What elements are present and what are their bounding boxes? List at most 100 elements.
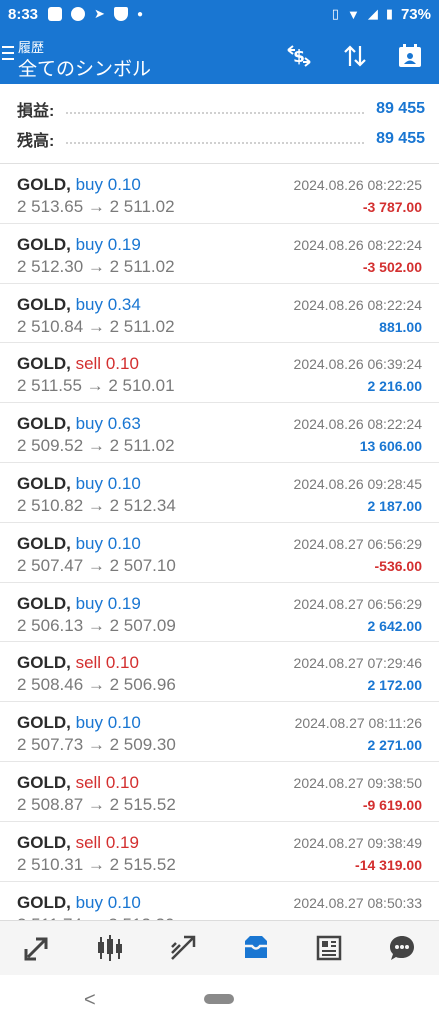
trade-side: sell [75,832,102,852]
balance-value: 89 455 [376,130,425,147]
trade-prices: 2 509.52 → 2 511.02 [17,436,175,456]
trade-profit: 2 271.00 [367,737,423,754]
news-icon[interactable] [309,928,349,968]
trade-side: buy [75,892,103,912]
home-pill-icon[interactable] [204,994,234,1004]
calendar-icon[interactable] [394,40,426,72]
bottom-navigation [0,920,439,975]
trade-symbol: GOLD, buy 0.10 [17,534,141,554]
trade-symbol: GOLD, sell 0.19 [17,833,139,853]
trade-prices: 2 512.30 → 2 511.02 [17,256,175,276]
trade-symbol: GOLD, buy 0.10 [17,713,141,733]
trade-datetime: 2024.08.27 06:56:29 [293,535,422,552]
trade-row[interactable]: GOLD, buy 0.34 2 510.84 → 2 511.02 2024.08… [0,284,439,344]
symbol-name: GOLD, [17,354,71,374]
trade-row[interactable]: GOLD, buy 0.10 2 507.73 → 2 509.30 2024.08… [0,702,439,762]
trade-prices: 2 506.13 → 2 507.09 [17,615,176,635]
symbol-name: GOLD, [17,414,71,434]
dotted-leader [66,134,365,144]
balance-row: 残高: 89 455 [17,126,425,152]
trade-volume: 0.10 [107,473,141,493]
back-icon[interactable]: < [84,989,96,1012]
trade-history-list[interactable]: GOLD, buy 0.10 2 513.65 → 2 511.02 2024.08… [0,164,439,920]
trade-side: buy [75,175,103,194]
trade-row[interactable]: GOLD, buy 0.10 2 513.65 → 2 511.02 2024.08… [0,164,439,224]
trade-symbol: GOLD, buy 0.63 [17,414,141,434]
trade-volume: 0.10 [105,653,139,673]
trade-prices: 2 507.73 → 2 509.30 [17,735,176,755]
trade-profit: -14 319.00 [355,856,422,873]
trade-symbol: GOLD, buy 0.19 [17,235,141,255]
trade-row[interactable]: GOLD, sell 0.19 2 510.31 → 2 515.52 2024.0… [0,822,439,882]
trade-side: buy [75,414,103,434]
trade-volume: 0.10 [107,713,141,733]
symbol-name: GOLD, [17,234,71,254]
trade-profit: -9 619.00 [362,796,422,813]
trade-symbol: GOLD, buy 0.10 [17,474,141,494]
trade-row[interactable]: GOLD, sell 0.10 2 508.46 → 2 506.96 2024.0… [0,642,439,703]
trade-datetime: 2024.08.26 08:22:24 [293,416,422,433]
trade-side: sell [75,653,102,673]
menu-icon[interactable] [2,46,14,60]
trade-symbol: GOLD, buy 0.10 [17,893,141,913]
trade-volume: 0.10 [105,354,139,374]
chat-icon[interactable] [382,928,422,968]
trade-volume: 0.10 [105,772,139,792]
trade-volume: 0.34 [107,294,141,314]
trade-row[interactable]: GOLD, buy 0.102 511.74 → 2 513.302024.08… [0,882,439,920]
dotted-leader [66,104,365,114]
trade-profit: 2 216.00 [367,378,423,395]
profit-value: 89 455 [376,100,425,117]
trade-icon[interactable] [163,928,203,968]
history-icon[interactable] [236,928,276,968]
currency-switch-icon[interactable]: $ [283,40,315,72]
trade-row[interactable]: GOLD, sell 0.10 2 511.55 → 2 510.01 2024.0… [0,343,439,404]
trade-volume: 0.10 [107,892,141,912]
trade-datetime: 2024.08.26 08:22:25 [293,177,422,193]
page-title[interactable]: 全てのシンボル [18,54,151,81]
trade-side: buy [75,473,103,493]
trade-profit: 2 642.00 [367,617,423,634]
trade-datetime: 2024.08.27 06:56:29 [293,595,422,612]
profit-label: 損益: [17,103,55,120]
wifi-icon: ▼ [346,6,360,22]
trade-symbol: GOLD, buy 0.10 [17,175,141,195]
trade-side: buy [75,533,103,553]
trade-profit: 2 187.00 [367,497,423,514]
status-bar: 8:33 ➤ ● ▯ ▼ ◢ ▮ 73% [0,0,439,28]
trade-prices: 2 513.65 → 2 511.02 [17,197,175,216]
vibrate-icon: ▯ [331,6,339,21]
trade-symbol: GOLD, sell 0.10 [17,354,139,374]
symbol-name: GOLD, [17,175,71,194]
symbol-name: GOLD, [17,294,71,314]
signal-icon: ◢ [367,6,378,21]
notification-icons: ➤ ● [48,6,143,22]
trade-side: sell [75,772,102,792]
trade-volume: 0.19 [105,832,139,852]
trade-volume: 0.10 [107,533,141,553]
trade-row[interactable]: GOLD, buy 0.19 2 512.30 → 2 511.02 2024.08… [0,224,439,284]
status-time: 8:33 [8,5,39,23]
trade-symbol: GOLD, sell 0.10 [17,653,139,673]
trade-side: buy [75,234,103,254]
trade-symbol: GOLD, buy 0.34 [17,295,141,315]
trade-row[interactable]: GOLD, buy 0.10 2 507.47 → 2 507.10 2024.08… [0,523,439,583]
trade-profit: 881.00 [379,318,422,335]
quotes-icon[interactable] [17,928,57,968]
trade-datetime: 2024.08.26 06:39:24 [293,356,422,373]
trade-prices: 2 511.55 → 2 510.01 [17,376,175,396]
trade-row[interactable]: GOLD, buy 0.19 2 506.13 → 2 507.09 2024.08… [0,583,439,643]
trade-row[interactable]: GOLD, buy 0.10 2 510.82 → 2 512.34 2024.08… [0,463,439,523]
chart-icon[interactable] [90,928,130,968]
message-icon [71,7,86,21]
profit-row: 損益: 89 455 [17,96,425,122]
sort-icon[interactable] [339,40,371,72]
trade-datetime: 2024.08.27 09:38:50 [293,774,422,791]
symbol-name: GOLD, [17,593,71,613]
trade-row[interactable]: GOLD, buy 0.63 2 509.52 → 2 511.02 2024.08… [0,403,439,463]
trade-row[interactable]: GOLD, sell 0.10 2 508.87 → 2 515.52 2024.0… [0,762,439,822]
trade-datetime: 2024.08.27 08:11:26 [294,715,422,732]
trade-symbol: GOLD, buy 0.19 [17,594,141,614]
battery-icon: ▮ [385,6,393,21]
trade-profit: 2 172.00 [367,677,423,694]
